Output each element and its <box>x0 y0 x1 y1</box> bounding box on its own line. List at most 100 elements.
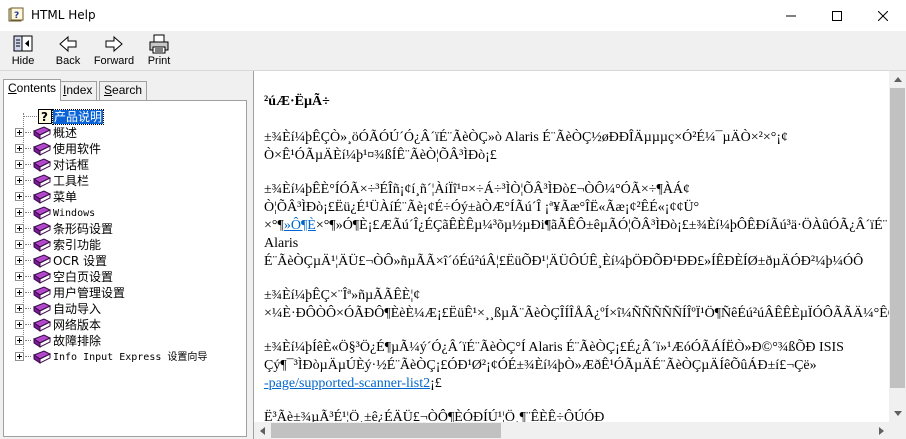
back-arrow-icon <box>59 35 77 53</box>
tree-item-troubleshooting[interactable]: 故障排除 <box>4 333 244 349</box>
expand-plus-icon[interactable] <box>15 208 24 217</box>
chevron-right-icon <box>879 426 884 435</box>
contents-tree[interactable]: ? 产品说明 概述 使用软件 对话框 工具栏 菜单 Windows 条形码设置 … <box>3 100 247 437</box>
closed-book-icon <box>32 142 52 156</box>
inline-link[interactable]: »Ô¶È <box>284 218 316 233</box>
closed-book-icon <box>32 350 52 364</box>
tree-item-label: 菜单 <box>53 190 78 204</box>
expand-plus-icon[interactable] <box>15 224 24 233</box>
tree-item-label: 空白页设置 <box>53 270 114 284</box>
expand-plus-icon[interactable] <box>15 336 24 345</box>
maximize-icon <box>832 10 842 21</box>
tree-item-barcode-settings[interactable]: 条形码设置 <box>4 221 244 237</box>
tab-index[interactable]: Index <box>58 81 98 100</box>
toolbar: Hide Back Forward Print <box>0 31 906 71</box>
expand-plus-icon[interactable] <box>15 192 24 201</box>
closed-book-icon <box>32 174 52 188</box>
tree-item-user-management[interactable]: 用户管理设置 <box>4 285 244 301</box>
tree-item-windows[interactable]: Windows <box>4 205 244 221</box>
tab-index-label: ndex <box>66 83 93 97</box>
text-line: ±¾Èí¼þÍêÈ«Ö§³Ö¿É¶µÃ¼ý´Ó¿Â´ïÉ¨ÃèÒÇ°Í Alar… <box>264 340 844 355</box>
expand-plus-icon[interactable] <box>15 128 24 137</box>
text-line: Alaris <box>264 236 299 251</box>
text-line: ±¾Èí¼þÊÇÒ»¸öÓÃÓÚ´Ó¿Â´ïÉ¨ÃèÒÇ»ò Alaris É¨… <box>264 130 788 145</box>
tab-contents[interactable]: Contents <box>3 79 62 101</box>
horizontal-scroll-thumb[interactable] <box>271 423 501 438</box>
tree-item-label: 索引功能 <box>53 238 102 252</box>
tree-branch-line <box>25 228 31 229</box>
help-topic-icon: ? <box>38 109 52 124</box>
print-button[interactable]: Print <box>145 34 173 70</box>
closed-book-icon <box>32 334 52 348</box>
scroll-left-button[interactable] <box>254 422 271 439</box>
closed-book-icon <box>32 302 52 316</box>
scroll-down-button[interactable] <box>889 405 906 422</box>
tab-contents-label: ontents <box>16 81 57 95</box>
scroll-right-button[interactable] <box>873 422 890 439</box>
tree-item-menus[interactable]: 菜单 <box>4 189 244 205</box>
tree-item-dialogs[interactable]: 对话框 <box>4 157 244 173</box>
tree-branch-line <box>23 116 37 117</box>
help-book-icon: ? <box>8 7 24 22</box>
tree-item-auto-import[interactable]: 自动导入 <box>4 301 244 317</box>
expand-plus-icon[interactable] <box>15 160 24 169</box>
tree-item-label: 产品说明 <box>51 109 105 125</box>
closed-book-icon <box>32 254 52 268</box>
paragraph-1: ±¾Èí¼þÊÇÒ»¸öÓÃÓÚ´Ó¿Â´ïÉ¨ÃèÒÇ»ò Alaris É¨… <box>264 129 889 165</box>
expand-plus-icon[interactable] <box>15 272 24 281</box>
tree-branch-line <box>25 148 31 149</box>
close-icon <box>878 10 888 21</box>
close-button[interactable] <box>860 0 906 31</box>
expand-plus-icon[interactable] <box>15 240 24 249</box>
tree-item-ocr-settings[interactable]: OCR 设置 <box>4 253 244 269</box>
paragraph-2: ±¾Èí¼þÊÈ°ÍÓÃ×÷³ÉÎñ¡¢í¸ñ´¦ÀíÏî¹¤×÷Á÷³ÌÒ¦Õ… <box>264 181 889 271</box>
tree-branch-line <box>25 308 31 309</box>
expand-plus-icon[interactable] <box>15 320 24 329</box>
maximize-button[interactable] <box>814 0 860 31</box>
tree-item-label: 自动导入 <box>53 302 102 316</box>
text-line-with-link: -page/supported-scanner-list2¡£ <box>264 375 889 393</box>
print-label: Print <box>147 55 171 67</box>
closed-book-icon <box>32 126 52 140</box>
tree-branch-line <box>25 132 31 133</box>
tree-branch-line <box>25 164 31 165</box>
tree-item-label: Windows <box>53 208 96 219</box>
tree-item-network-version[interactable]: 网络版本 <box>4 317 244 333</box>
tree-item-label: OCR 设置 <box>53 254 107 268</box>
tab-search[interactable]: Search <box>99 81 148 100</box>
closed-book-icon <box>32 158 52 172</box>
tree-item-product-description[interactable]: ? 产品说明 <box>4 109 244 125</box>
tree-item-overview[interactable]: 概述 <box>4 125 244 141</box>
expand-plus-icon[interactable] <box>15 176 24 185</box>
tree-item-using-software[interactable]: 使用软件 <box>4 141 244 157</box>
tree-item-indexing[interactable]: 索引功能 <box>4 237 244 253</box>
vertical-scroll-thumb[interactable] <box>890 88 905 388</box>
tree-item-toolbars[interactable]: 工具栏 <box>4 173 244 189</box>
printer-icon <box>149 34 169 54</box>
tree-item-label: 条形码设置 <box>53 222 114 236</box>
hide-button[interactable]: Hide <box>9 34 37 70</box>
horizontal-scrollbar[interactable] <box>254 422 890 439</box>
minimize-button[interactable] <box>768 0 814 31</box>
window-title: HTML Help <box>31 8 96 22</box>
title-bar[interactable]: ? HTML Help <box>0 0 906 31</box>
expand-plus-icon[interactable] <box>15 304 24 313</box>
tree-item-setup-wizard[interactable]: Info Input Express 设置向导 <box>4 349 244 365</box>
expand-plus-icon[interactable] <box>15 288 24 297</box>
back-button[interactable]: Back <box>54 34 82 70</box>
tree-item-blank-page-settings[interactable]: 空白页设置 <box>4 269 244 285</box>
text-line: Ò¦ÕÂ³ÌÐò¡£Ëü¿É¹ÜÀíÉ¨Ãè¡¢É÷Óý±àÒÆ°ÍÃú´Î ¡… <box>264 200 700 215</box>
svg-text:?: ? <box>41 110 48 124</box>
forward-button[interactable]: Forward <box>93 34 135 70</box>
expand-plus-icon[interactable] <box>15 352 24 361</box>
scroll-up-button[interactable] <box>889 71 906 88</box>
tab-search-label: earch <box>112 83 143 97</box>
expand-plus-icon[interactable] <box>15 256 24 265</box>
vertical-scrollbar[interactable] <box>889 71 906 422</box>
tree-branch-line <box>25 292 31 293</box>
topic-content-pane[interactable]: ²úÆ·ËµÃ÷ ±¾Èí¼þÊÇÒ»¸öÓÃÓÚ´Ó¿Â´ïÉ¨ÃèÒÇ»ò … <box>253 71 906 439</box>
supported-scanner-list-link[interactable]: -page/supported-scanner-list2 <box>264 376 430 391</box>
tree-branch-line <box>25 324 31 325</box>
tree-item-label: 使用软件 <box>53 142 102 156</box>
expand-plus-icon[interactable] <box>15 144 24 153</box>
